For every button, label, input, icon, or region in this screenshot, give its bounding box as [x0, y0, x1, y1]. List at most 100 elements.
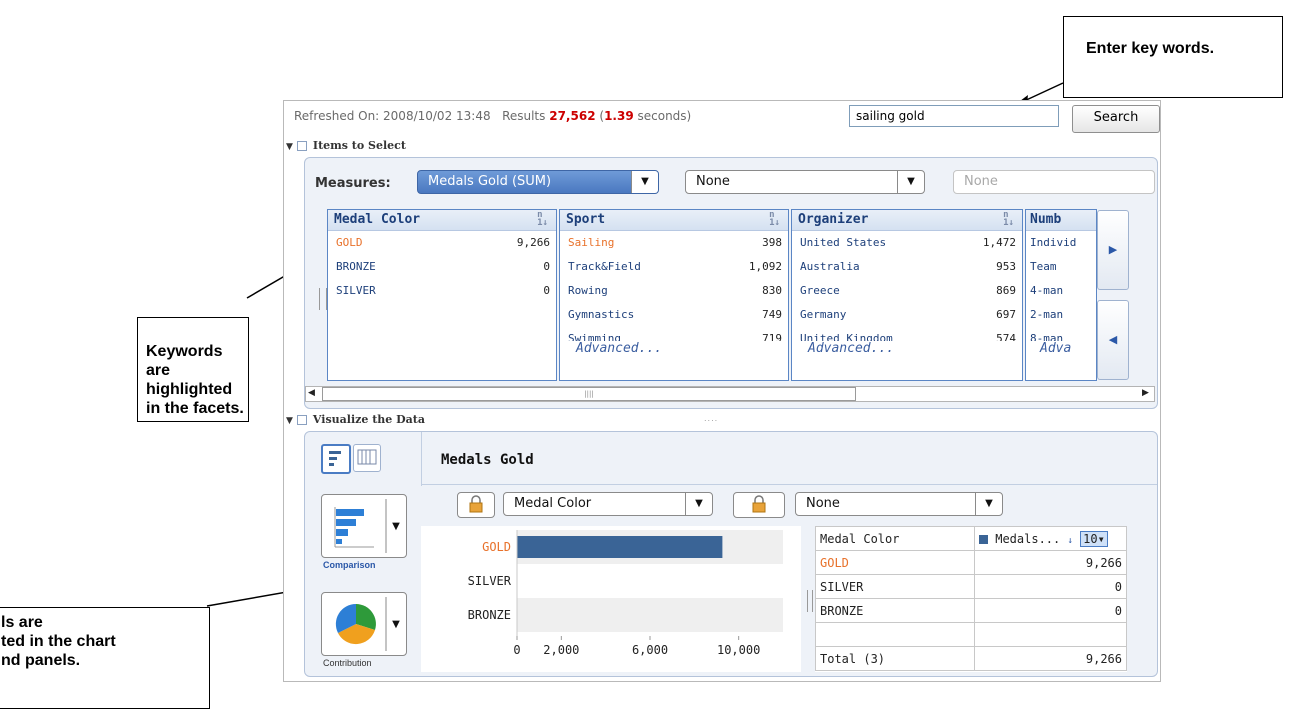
facet-row[interactable]: Germany 697: [792, 303, 1022, 327]
facet-row[interactable]: United States 1,472: [792, 231, 1022, 255]
chevron-down-icon[interactable]: ▼: [897, 171, 924, 193]
resize-grip[interactable]: [319, 288, 327, 310]
facet-row[interactable]: Team: [1026, 255, 1096, 279]
visualize-section-header[interactable]: ▼ Visualize the Data: [286, 413, 425, 426]
scroll-left-button[interactable]: ◀: [1097, 300, 1129, 380]
scrollbar-thumb[interactable]: ||||: [322, 387, 856, 401]
measure-select-1[interactable]: Medals Gold (SUM) ▼: [417, 170, 659, 194]
facet-organizer: Organizer n 1↓ United States 1,472 Australi…: [791, 209, 1023, 381]
advanced-link[interactable]: Advanced...: [560, 341, 788, 356]
facet-title: Organizer: [798, 212, 869, 227]
facet-sport: Sport n 1↓ Sailing 398 Track&Field 1,092 Row…: [559, 209, 789, 381]
facet-row[interactable]: Individ: [1026, 231, 1096, 255]
app-window: Refreshed On: 2008/10/02 13:48 Results 2…: [283, 100, 1161, 682]
visualize-panel: Medals Gold ▼ Comparison ▼ Contribution: [304, 431, 1158, 677]
chevron-down-icon[interactable]: ▼: [975, 493, 1002, 515]
table-resize-grip[interactable]: [807, 590, 813, 612]
facet-row[interactable]: Track&Field 1,092: [560, 255, 788, 279]
table-row[interactable]: GOLD 9,266: [815, 550, 1127, 575]
measure-select-3-value: None: [964, 174, 998, 189]
facet-row[interactable]: Australia 953: [792, 255, 1022, 279]
bar-view-glyph: [329, 451, 341, 466]
sort-icon[interactable]: ↓: [1068, 536, 1073, 546]
splitter-handle[interactable]: ....: [704, 414, 718, 423]
lock-button-2[interactable]: [733, 492, 785, 518]
column-header-medal-color[interactable]: Medal Color: [815, 526, 975, 551]
left-divider: [421, 432, 422, 486]
facet-header[interactable]: Organizer n 1↓: [792, 210, 1022, 231]
table-total-label: Total (3): [815, 646, 975, 671]
bar-view-icon[interactable]: [321, 444, 351, 474]
facet-item-name: Gymnastics: [568, 308, 635, 321]
scroll-right-button[interactable]: ▶: [1097, 210, 1129, 290]
top-n-select[interactable]: 10▾: [1080, 530, 1108, 547]
x-tick-label: 6,000: [632, 643, 668, 657]
dimension-select-1[interactable]: Medal Color ▼: [503, 492, 713, 516]
facet-item-name: BRONZE: [336, 260, 376, 273]
table-cell-name: GOLD: [815, 550, 975, 575]
advanced-link[interactable]: Adva: [1026, 341, 1096, 356]
sort-icon[interactable]: n 1↓: [769, 211, 780, 228]
facet-row[interactable]: Greece 869: [792, 279, 1022, 303]
column-header-medals[interactable]: Medals... ↓ 10▾: [974, 526, 1127, 551]
search-input[interactable]: sailing gold: [849, 105, 1059, 127]
facet-row[interactable]: Gymnastics 749: [560, 303, 788, 327]
table-row[interactable]: BRONZE 0: [815, 598, 1127, 623]
facet-row[interactable]: GOLD 9,266: [328, 231, 556, 255]
chart-row-band: [517, 598, 783, 632]
bar-chart: GOLD SILVER BRONZE 0 2,000 6,000 10,000: [421, 526, 801, 672]
items-section-header[interactable]: ▼ Items to Select: [286, 139, 406, 152]
table-row[interactable]: SILVER 0: [815, 574, 1127, 599]
top-n-value: 10: [1083, 531, 1098, 546]
checkbox-icon[interactable]: [296, 141, 307, 151]
lock-icon: [469, 495, 483, 513]
facet-row[interactable]: 4-man: [1026, 279, 1096, 303]
search-button[interactable]: Search: [1072, 105, 1160, 133]
table-view-icon[interactable]: [353, 444, 381, 472]
facet-title: Medal Color: [334, 212, 421, 227]
facet-item-name: Individ: [1030, 236, 1077, 249]
facet-item-name: Greece: [800, 284, 840, 297]
facet-row[interactable]: Rowing 830: [560, 279, 788, 303]
measure-select-2[interactable]: None ▼: [685, 170, 925, 194]
facet-title: Sport: [566, 212, 606, 227]
facet-item-name: Team: [1030, 260, 1057, 273]
facet-row[interactable]: Swimming 719: [560, 327, 788, 341]
advanced-link[interactable]: Advanced...: [792, 341, 1022, 356]
facet-row[interactable]: BRONZE 0: [328, 255, 556, 279]
facet-row[interactable]: Sailing 398: [560, 231, 788, 255]
facet-row[interactable]: 8-man: [1026, 327, 1096, 341]
collapse-triangle-icon[interactable]: ▼: [286, 142, 293, 152]
scroll-right-arrow-icon[interactable]: ▶: [1142, 388, 1149, 398]
lock-icon: [752, 495, 766, 513]
facet-header[interactable]: Sport n 1↓: [560, 210, 788, 231]
chevron-down-icon[interactable]: ▼: [631, 171, 658, 193]
facet-item-value: 398: [762, 236, 782, 249]
results-count: 27,562: [549, 109, 596, 123]
facet-item-value: 719: [762, 332, 782, 341]
facet-item-value: 1,472: [982, 236, 1016, 249]
facet-item-name: Swimming: [568, 332, 621, 341]
checkbox-icon[interactable]: [296, 415, 307, 425]
table-total-row: Total (3) 9,266: [815, 646, 1127, 671]
chevron-down-icon[interactable]: ▼: [685, 493, 712, 515]
legend-swatch: [979, 534, 988, 544]
sort-icon[interactable]: n 1↓: [1003, 211, 1014, 228]
dimension-select-2[interactable]: None ▼: [795, 492, 1003, 516]
facet-header[interactable]: Medal Color n 1↓: [328, 210, 556, 231]
contribution-chart-button[interactable]: ▼: [321, 592, 407, 656]
comparison-chart-button[interactable]: ▼: [321, 494, 407, 558]
facet-row[interactable]: 2-man: [1026, 303, 1096, 327]
facet-row[interactable]: United Kingdom 574: [792, 327, 1022, 341]
facet-header[interactable]: Numb: [1026, 210, 1096, 231]
measure-select-3[interactable]: None: [953, 170, 1155, 194]
facet-item-name: Sailing: [568, 236, 615, 249]
facet-item-value: 830: [762, 284, 782, 297]
facet-row[interactable]: SILVER 0: [328, 279, 556, 303]
collapse-triangle-icon[interactable]: ▼: [286, 416, 293, 426]
scroll-left-arrow-icon[interactable]: ◀: [308, 388, 315, 398]
dimension-select-2-value: None: [806, 496, 840, 511]
lock-button-1[interactable]: [457, 492, 495, 518]
sort-icon[interactable]: n 1↓: [537, 211, 548, 228]
horizontal-scrollbar[interactable]: ◀ |||| ▶: [305, 386, 1155, 402]
